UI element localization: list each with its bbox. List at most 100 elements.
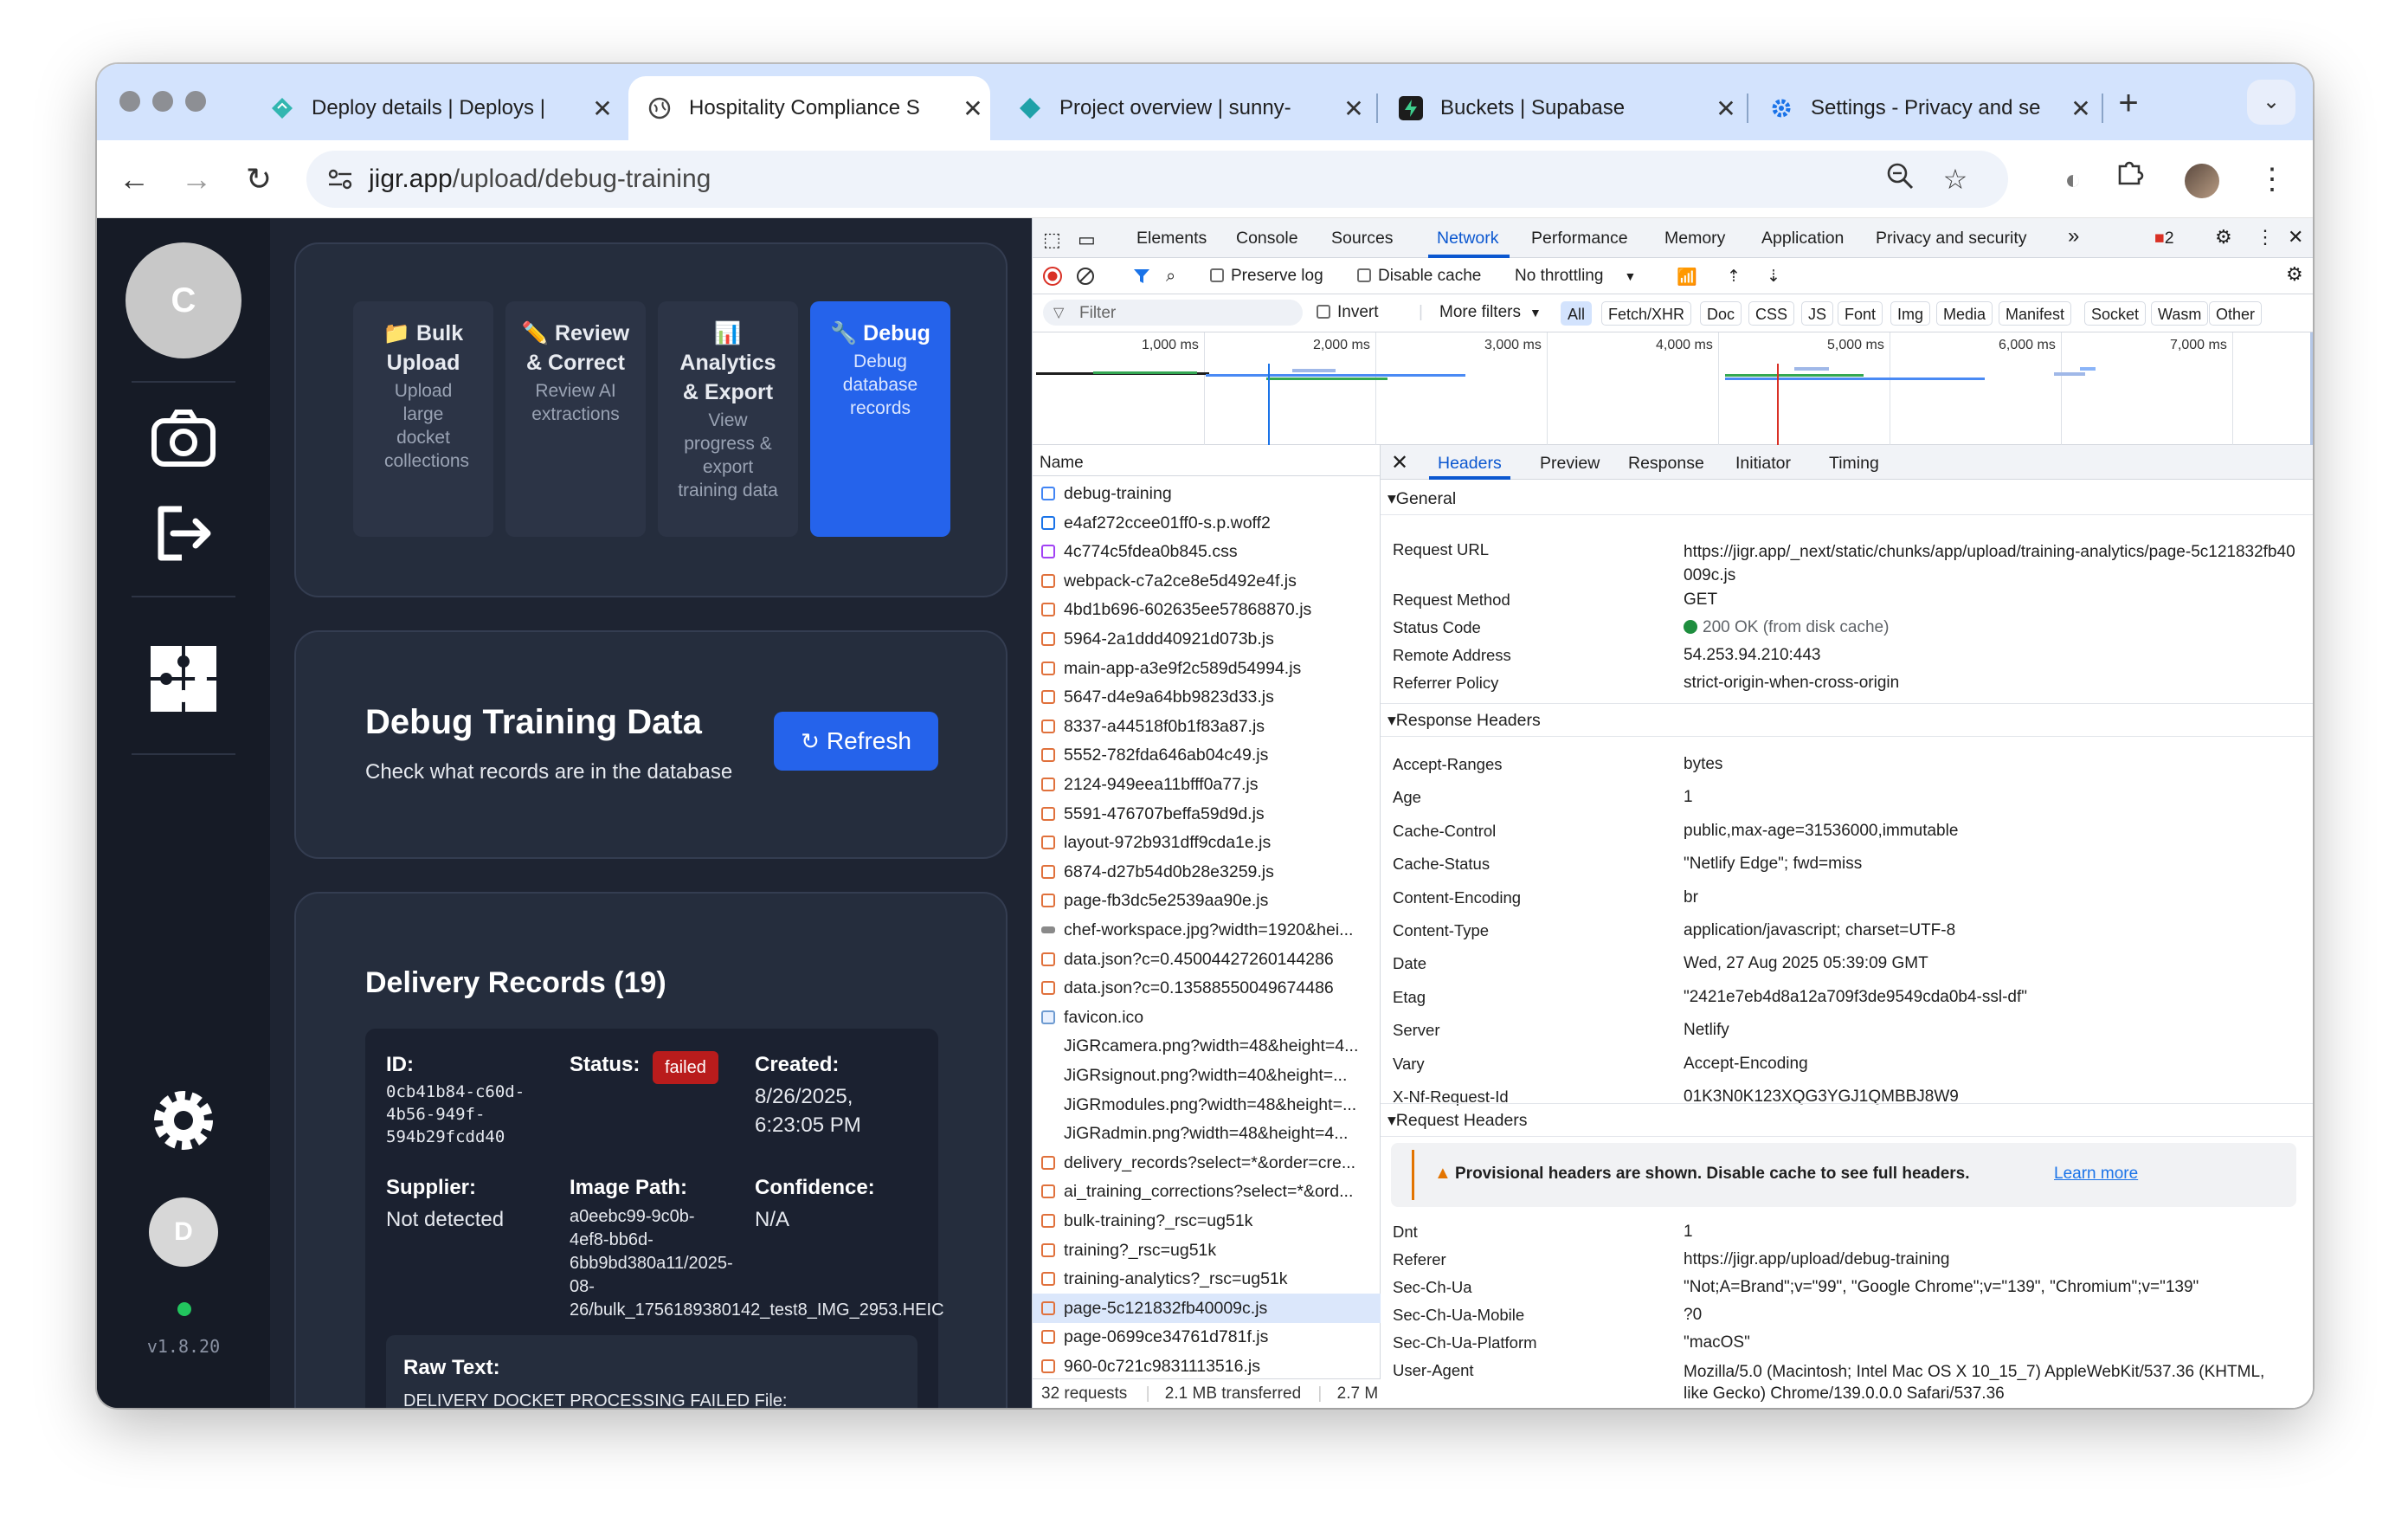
filter-input[interactable]: ▽ Filter	[1043, 300, 1303, 326]
request-row[interactable]: e4af272ccee01ff0-s.p.woff2	[1033, 508, 1381, 538]
record-stop-icon[interactable]	[1043, 267, 1062, 286]
tab-search-chevron-icon[interactable]: ⌄	[2247, 80, 2295, 125]
request-row[interactable]: ai_training_corrections?select=*&ord...	[1033, 1177, 1381, 1206]
debug-button[interactable]: 🔧 Debug Debug database records	[810, 301, 950, 537]
back-arrow-icon[interactable]: ←	[111, 156, 158, 203]
filter-chip-doc[interactable]: Doc	[1700, 301, 1742, 326]
request-row[interactable]: 2124-949eea11bfff0a77.js	[1033, 770, 1381, 799]
invert-checkbox[interactable]: Invert	[1317, 303, 1379, 322]
request-row[interactable]: 960-0c721c9831113516.js	[1033, 1352, 1381, 1381]
name-column-header[interactable]: Name	[1033, 445, 1381, 476]
tab-performance[interactable]: Performance	[1531, 229, 1628, 248]
site-settings-icon[interactable]	[325, 165, 355, 193]
request-row[interactable]: training-analytics?_rsc=ug51k	[1033, 1264, 1381, 1294]
request-row[interactable]: JiGRcamera.png?width=48&height=4...	[1033, 1031, 1381, 1061]
company-avatar[interactable]: C	[126, 242, 241, 358]
chrome-menu-icon[interactable]: ⋮	[2249, 156, 2295, 203]
sign-out-icon[interactable]	[147, 497, 220, 570]
general-section-toggle[interactable]: ▾General	[1387, 488, 1456, 509]
filter-chip-all[interactable]: All	[1561, 301, 1593, 326]
request-row[interactable]: page-fb3dc5e2539aa90e.js	[1033, 886, 1381, 915]
tab-deploy-details[interactable]: Deploy details | Deploys | ✕	[251, 76, 620, 140]
disable-cache-checkbox[interactable]: Disable cache	[1357, 267, 1481, 286]
tab-sources[interactable]: Sources	[1331, 229, 1394, 248]
tab-close-icon[interactable]: ✕	[585, 94, 620, 123]
devtools-menu-icon[interactable]: ⋮	[2256, 226, 2275, 248]
preserve-log-checkbox[interactable]: Preserve log	[1210, 267, 1323, 286]
request-row[interactable]: page-0699ce34761d781f.js	[1033, 1322, 1381, 1352]
tab-network[interactable]: Network	[1437, 229, 1499, 248]
inspect-element-icon[interactable]: ⬚	[1043, 229, 1061, 251]
tab-headers[interactable]: Headers	[1438, 454, 1502, 474]
maximize-window-button[interactable]	[185, 91, 206, 112]
export-har-icon[interactable]: ⇣	[1767, 267, 1780, 287]
request-row[interactable]: debug-training	[1033, 479, 1381, 508]
reload-icon[interactable]: ↻	[235, 156, 282, 203]
filter-chip-wasm[interactable]: Wasm	[2151, 301, 2209, 326]
tab-application[interactable]: Application	[1761, 229, 1844, 248]
request-row[interactable]: favicon.ico	[1033, 1003, 1381, 1032]
request-row[interactable]: 4c774c5fdea0b845.css	[1033, 537, 1381, 566]
refresh-button[interactable]: ↻ Refresh	[774, 712, 938, 771]
filter-chip-manifest[interactable]: Manifest	[1999, 301, 2072, 326]
modules-puzzle-icon[interactable]	[147, 642, 220, 715]
request-row[interactable]: page-5c121832fb40009c.js	[1033, 1293, 1381, 1323]
tab-close-icon[interactable]: ✕	[1336, 94, 1371, 123]
zoom-magnifier-icon[interactable]	[1882, 161, 1918, 197]
settings-gear-icon[interactable]	[147, 1084, 220, 1157]
tab-close-icon[interactable]: ✕	[2064, 94, 2098, 123]
filter-chip-media[interactable]: Media	[1936, 301, 1993, 326]
analytics-export-button[interactable]: 📊 Analytics & Export View progress & exp…	[658, 301, 798, 537]
import-har-icon[interactable]: ⇡	[1727, 267, 1741, 287]
review-correct-button[interactable]: ✏️ Review & Correct Review AI extraction…	[505, 301, 646, 537]
bookmark-star-icon[interactable]: ☆	[1937, 161, 1973, 197]
learn-more-link[interactable]: Learn more	[2054, 1165, 2138, 1184]
request-row[interactable]: layout-972b931dff9cda1e.js	[1033, 828, 1381, 857]
filter-chip-socket[interactable]: Socket	[2084, 301, 2147, 326]
throttling-select[interactable]: No throttling ▼	[1515, 267, 1636, 286]
more-filters-dropdown[interactable]: More filters ▼	[1439, 303, 1542, 322]
tab-close-icon[interactable]: ✕	[1709, 94, 1743, 123]
tab-timing[interactable]: Timing	[1829, 454, 1879, 474]
request-row[interactable]: 5964-2a1ddd40921d073b.js	[1033, 624, 1381, 654]
new-tab-button[interactable]: +	[2107, 83, 2150, 126]
filter-chip-css[interactable]: CSS	[1748, 301, 1795, 326]
tab-preview[interactable]: Preview	[1540, 454, 1600, 474]
tab-initiator[interactable]: Initiator	[1735, 454, 1791, 474]
close-window-button[interactable]	[119, 91, 140, 112]
extensions-puzzle-icon[interactable]	[2107, 156, 2154, 203]
network-overview-timeline[interactable]: 1,000 ms 2,000 ms 3,000 ms 4,000 ms 5,00…	[1033, 332, 2313, 445]
request-row[interactable]: 8337-a44518f0b1f83a87.js	[1033, 712, 1381, 741]
tab-memory[interactable]: Memory	[1664, 229, 1725, 248]
network-conditions-wifi-icon[interactable]: 📶	[1677, 267, 1697, 287]
tab-close-icon[interactable]: ✕	[956, 94, 990, 123]
tab-settings-privacy[interactable]: Settings - Privacy and se ✕	[1750, 76, 2098, 140]
bulk-upload-button[interactable]: 📁 Bulk Upload Upload large docket collec…	[353, 301, 493, 537]
clear-icon[interactable]	[1076, 267, 1095, 286]
filter-chip-img[interactable]: Img	[1890, 301, 1931, 326]
camera-icon[interactable]	[147, 402, 220, 474]
device-toolbar-icon[interactable]: ▭	[1078, 229, 1096, 251]
devtools-settings-icon[interactable]: ⚙	[2215, 226, 2232, 248]
request-row[interactable]: main-app-a3e9f2c589d54994.js	[1033, 654, 1381, 683]
more-tabs-icon[interactable]: »	[2068, 224, 2079, 248]
request-row[interactable]: 5552-782fda646ab04c49.js	[1033, 740, 1381, 770]
request-row[interactable]: bulk-training?_rsc=ug51k	[1033, 1206, 1381, 1236]
request-headers-toggle[interactable]: ▾Request Headers	[1387, 1110, 1528, 1131]
profile-avatar[interactable]	[2185, 164, 2219, 198]
tab-project-overview[interactable]: Project overview | sunny- ✕	[999, 76, 1371, 140]
issues-counter[interactable]: ■2	[2154, 229, 2174, 248]
filter-chip-fetch-xhr[interactable]: Fetch/XHR	[1601, 301, 1692, 326]
request-row[interactable]: webpack-c7a2ce8e5d492e4f.js	[1033, 566, 1381, 596]
tab-console[interactable]: Console	[1236, 229, 1298, 248]
forward-arrow-icon[interactable]: →	[173, 156, 220, 203]
request-row[interactable]: 5647-d4e9a64bb9823d33.js	[1033, 682, 1381, 712]
address-bar[interactable]: jigr.app/upload/debug-training ☆	[306, 151, 2008, 208]
filter-funnel-icon[interactable]	[1133, 268, 1150, 285]
minimize-window-button[interactable]	[152, 91, 173, 112]
search-icon[interactable]: ⌕	[1166, 267, 1175, 287]
request-row[interactable]: 5591-476707beffa59d9d.js	[1033, 799, 1381, 829]
filter-chip-js[interactable]: JS	[1801, 301, 1834, 326]
response-headers-toggle[interactable]: ▾Response Headers	[1387, 710, 1541, 731]
request-row[interactable]: chef-workspace.jpg?width=1920&hei...	[1033, 915, 1381, 945]
